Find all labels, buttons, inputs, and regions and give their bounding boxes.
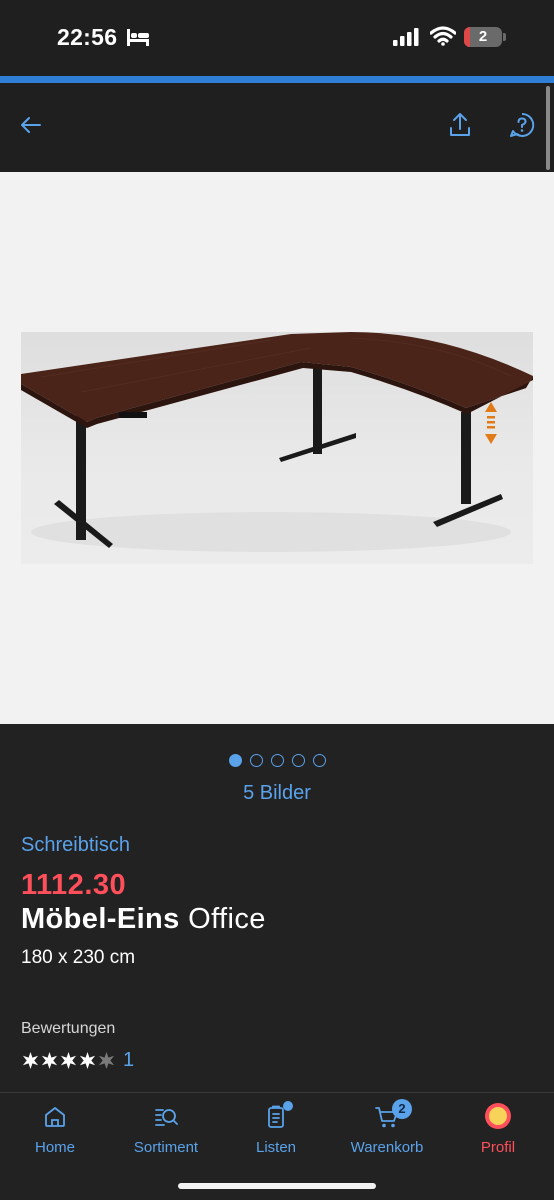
battery-tip xyxy=(503,33,506,41)
tab-label: Sortiment xyxy=(133,1139,199,1156)
status-bar: 22:56 2 xyxy=(0,0,554,76)
share-icon xyxy=(449,112,471,143)
product-category-link[interactable]: Schreibtisch xyxy=(21,834,130,857)
tab-label: Profil xyxy=(480,1139,516,1156)
status-time: 22:56 xyxy=(57,24,118,50)
image-count[interactable]: 5 Bilder xyxy=(0,782,554,805)
cart-badge: 2 xyxy=(392,1099,412,1119)
ratings-label: Bewertungen xyxy=(21,1020,116,1037)
rating-count[interactable]: 1 xyxy=(123,1049,134,1072)
product-price: 1112.30 xyxy=(21,869,127,901)
help-button[interactable] xyxy=(505,110,539,144)
help-bubble-icon xyxy=(509,112,535,143)
tab-label: Listen xyxy=(255,1139,297,1156)
gallery-pager xyxy=(0,754,554,770)
product-brand: Möbel-Eins xyxy=(21,903,180,935)
tab-warenkorb[interactable]: 2 Warenkorb xyxy=(332,1099,442,1163)
nav-header xyxy=(0,83,554,172)
product-model: Office xyxy=(188,903,266,935)
home-icon xyxy=(43,1105,67,1129)
pager-dot[interactable] xyxy=(270,754,284,767)
bed-icon xyxy=(126,29,150,51)
tab-home[interactable]: Home xyxy=(0,1103,110,1163)
battery-level: 2 xyxy=(478,28,488,45)
pager-dot[interactable] xyxy=(291,754,305,767)
ratings-row[interactable]: 1 xyxy=(21,1049,134,1071)
tab-label: Home xyxy=(34,1139,75,1156)
pager-dot[interactable] xyxy=(228,754,242,767)
pager-dot[interactable] xyxy=(249,754,263,767)
star-filled-icon xyxy=(78,1051,97,1070)
accent-bar xyxy=(0,76,554,83)
wifi-icon xyxy=(429,26,457,51)
catalog-search-icon xyxy=(154,1105,178,1129)
star-filled-icon xyxy=(21,1051,40,1070)
product-gallery[interactable] xyxy=(0,172,554,724)
scroll-indicator xyxy=(546,86,550,170)
pager-dot[interactable] xyxy=(312,754,326,767)
product-image[interactable] xyxy=(21,332,533,564)
tab-listen[interactable]: Listen xyxy=(221,1101,331,1163)
tab-sortiment[interactable]: Sortiment xyxy=(111,1103,221,1163)
star-filled-icon xyxy=(40,1051,59,1070)
star-empty-icon xyxy=(97,1051,116,1070)
tab-profil[interactable]: Profil xyxy=(443,1103,553,1163)
arrow-left-icon xyxy=(20,116,42,139)
star-filled-icon xyxy=(59,1051,78,1070)
product-dimensions: 180 x 230 cm xyxy=(21,947,136,968)
tab-label: Warenkorb xyxy=(350,1139,424,1156)
home-indicator xyxy=(178,1183,376,1189)
product-title: Möbel-Eins Office xyxy=(21,903,266,936)
listen-notification-dot xyxy=(283,1101,293,1111)
battery-icon: 2 xyxy=(464,27,502,47)
back-button[interactable] xyxy=(14,110,48,144)
profile-avatar-icon xyxy=(485,1103,511,1129)
cellular-signal-icon xyxy=(393,28,419,51)
share-button[interactable] xyxy=(443,110,477,144)
